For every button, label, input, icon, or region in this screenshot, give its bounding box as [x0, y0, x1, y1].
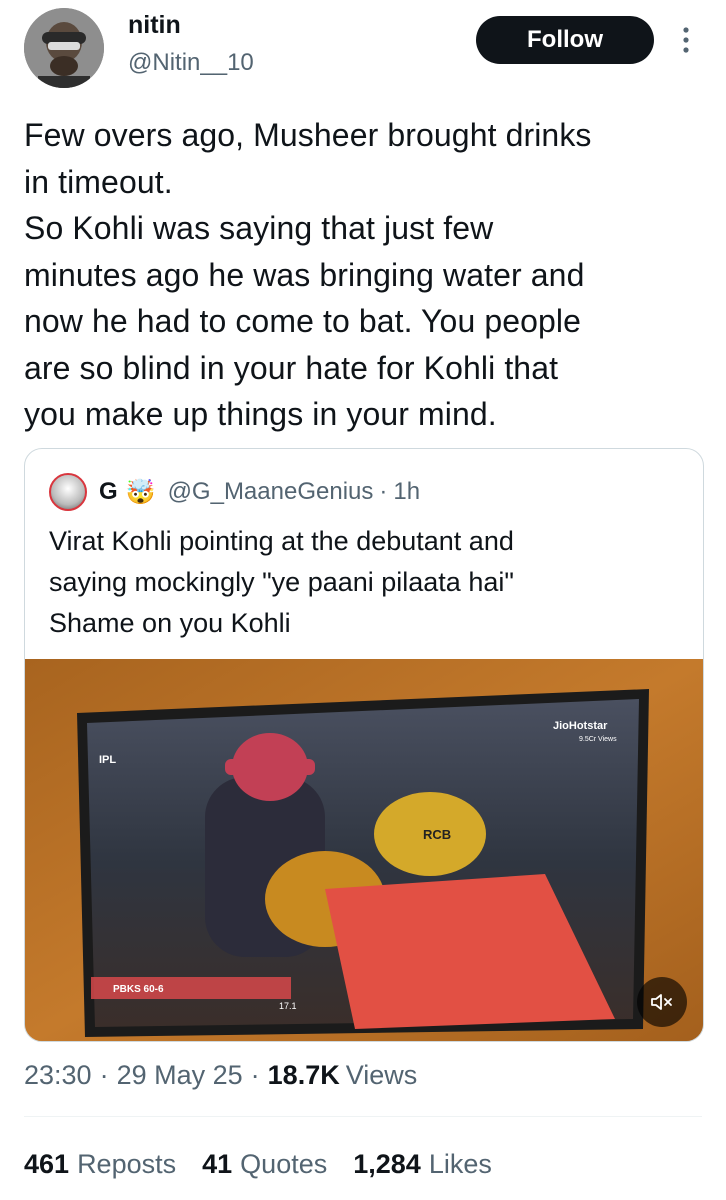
- quoted-author-name[interactable]: G: [99, 478, 118, 506]
- svg-text:IPL: IPL: [99, 754, 116, 766]
- quoted-tweet-header: G 🤯 @G_MaaneGenius · 1h: [49, 473, 689, 511]
- views-count: 18.7K: [267, 1060, 340, 1090]
- likes-label: Likes: [428, 1149, 492, 1179]
- quoted-tweet[interactable]: G 🤯 @G_MaaneGenius · 1h Virat Kohli poin…: [24, 448, 704, 1042]
- quoted-tweet-text: Virat Kohli pointing at the debutant and…: [49, 526, 514, 638]
- reposts-stat[interactable]: 461 Reposts: [24, 1146, 176, 1182]
- meta-separator: ·: [250, 1060, 260, 1090]
- quotes-label: Quotes: [240, 1149, 328, 1179]
- video-frame: JioHotstar 9.5Cr Views IPL RCB PBKS 60-6…: [25, 659, 703, 1041]
- reposts-label: Reposts: [77, 1149, 177, 1179]
- reposts-count: 461: [24, 1149, 70, 1179]
- author-name[interactable]: nitin: [128, 10, 181, 40]
- tweet-body-text: Few overs ago, Musheer brought drinks in…: [24, 117, 592, 432]
- quoted-separator: ·: [379, 478, 388, 505]
- engagement-stats: 461 Reposts 41 Quotes 1,284 Likes: [24, 1146, 518, 1182]
- tweet-date[interactable]: 29 May 25: [117, 1058, 243, 1092]
- svg-text:JioHotstar: JioHotstar: [553, 720, 608, 732]
- more-options-icon[interactable]: [676, 24, 696, 56]
- volume-mute-icon[interactable]: [637, 977, 687, 1027]
- tweet-time[interactable]: 23:30: [24, 1058, 92, 1092]
- quoted-author-emoji: 🤯: [125, 478, 156, 506]
- quoted-author-handle[interactable]: @G_MaaneGenius: [168, 478, 374, 506]
- svg-text:9.5Cr Views: 9.5Cr Views: [579, 736, 617, 743]
- quotes-count: 41: [202, 1149, 233, 1179]
- svg-text:17.1: 17.1: [279, 1001, 297, 1011]
- svg-text:PBKS 60-6: PBKS 60-6: [113, 984, 164, 995]
- tweet-meta: 23:30 · 29 May 25 · 18.7K Views: [24, 1058, 417, 1092]
- views-label: Views: [345, 1060, 418, 1090]
- follow-button[interactable]: Follow: [476, 16, 654, 64]
- tweet-header: nitin @Nitin__10 Follow: [0, 0, 726, 100]
- quoted-author-avatar[interactable]: [49, 473, 87, 511]
- author-handle[interactable]: @Nitin__10: [128, 48, 254, 78]
- quoted-timestamp[interactable]: 1h: [393, 478, 420, 506]
- svg-text:RCB: RCB: [423, 827, 451, 842]
- author-avatar[interactable]: [24, 8, 104, 88]
- likes-stat[interactable]: 1,284 Likes: [353, 1146, 492, 1182]
- divider: [24, 1116, 702, 1117]
- avatar-image: [24, 8, 104, 88]
- quoted-video[interactable]: JioHotstar 9.5Cr Views IPL RCB PBKS 60-6…: [25, 659, 703, 1041]
- meta-separator: ·: [99, 1060, 109, 1090]
- likes-count: 1,284: [353, 1149, 421, 1179]
- quotes-stat[interactable]: 41 Quotes: [202, 1146, 327, 1182]
